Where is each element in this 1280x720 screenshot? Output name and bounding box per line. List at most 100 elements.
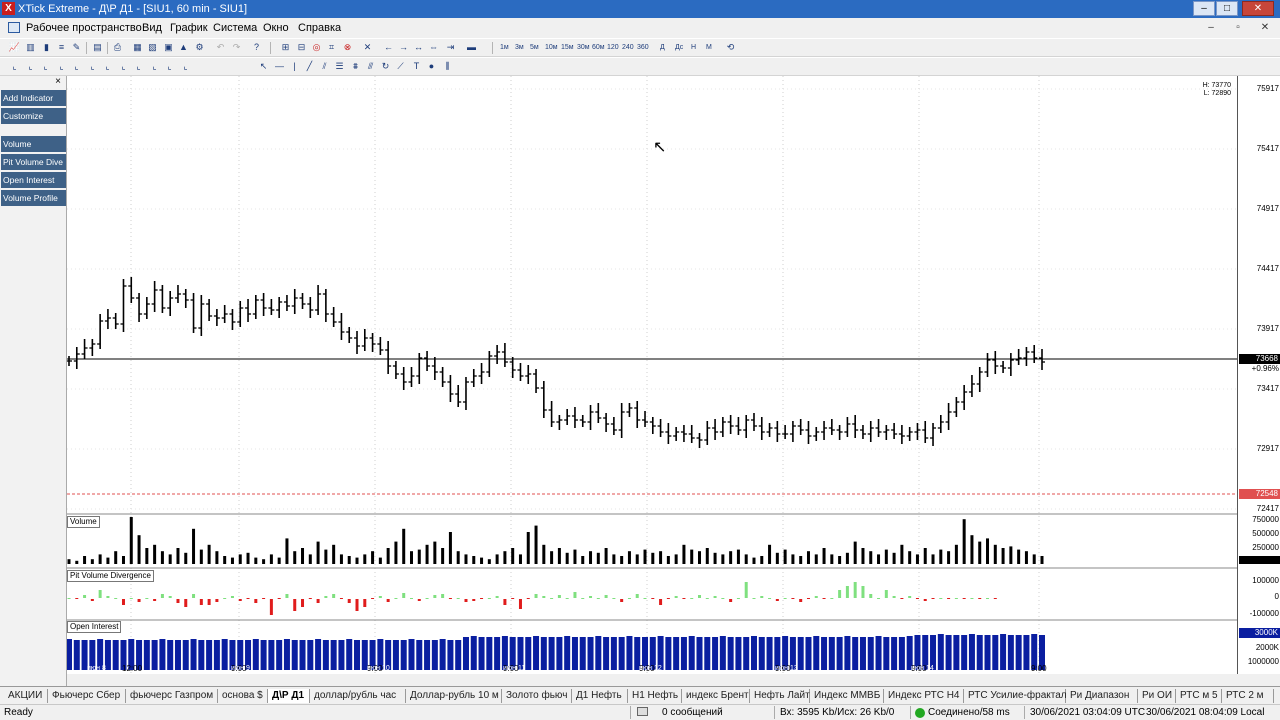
panel-close-icon[interactable]: ×: [52, 76, 64, 88]
dom-icon[interactable]: ▧: [146, 41, 159, 54]
target-icon[interactable]: ◎: [310, 41, 323, 54]
mdi-close-button[interactable]: ✕: [1254, 21, 1276, 35]
vertical-line-icon[interactable]: |: [288, 60, 301, 73]
stop-icon[interactable]: ⊗: [341, 41, 354, 54]
menu-workspace[interactable]: Рабочее пространство: [26, 21, 142, 35]
messages-count[interactable]: 0 сообщений: [662, 706, 723, 720]
chart-type-icon[interactable]: ⌞: [86, 60, 99, 73]
menu-chart[interactable]: График: [170, 21, 208, 35]
menu-system[interactable]: Система: [213, 21, 257, 35]
pattern-icon[interactable]: ⫼: [441, 60, 454, 73]
timeframe-10m[interactable]: 10м: [545, 42, 558, 54]
tab-9[interactable]: Н1 Нефть: [628, 689, 682, 703]
timeframe-30m[interactable]: 30м: [577, 42, 590, 54]
bar-spacing-icon[interactable]: ▬: [465, 41, 478, 54]
bar-chart-icon[interactable]: ▥: [24, 41, 37, 54]
indicator-icon[interactable]: ⊟: [295, 41, 308, 54]
arrow-right-icon[interactable]: →: [397, 41, 410, 54]
maximize-button[interactable]: □: [1216, 1, 1238, 16]
crop-icon[interactable]: ⌗: [325, 41, 338, 54]
cursor-icon[interactable]: ↖: [257, 60, 270, 73]
timeframe-240[interactable]: 240: [622, 42, 634, 54]
period-month[interactable]: М: [706, 42, 712, 54]
price-axis[interactable]: 75917 75417 74917 74417 73917 73417 7291…: [1237, 76, 1280, 674]
gann-icon[interactable]: ⫻: [364, 60, 377, 73]
tab-16[interactable]: Ри ОИ: [1138, 689, 1176, 703]
timeframe-120[interactable]: 120: [607, 42, 619, 54]
document-icon[interactable]: ▤: [91, 41, 104, 54]
chart-type-icon[interactable]: ⌞: [8, 60, 21, 73]
menu-help[interactable]: Справка: [298, 21, 341, 35]
help-icon[interactable]: ?: [250, 41, 263, 54]
indicator-open-interest[interactable]: Open Interest: [1, 172, 66, 188]
pitchfork-icon[interactable]: ⟋: [394, 60, 407, 73]
tab-12[interactable]: Индекс ММВБ: [810, 689, 884, 703]
tab-4[interactable]: Д\Р Д1: [268, 689, 310, 703]
arrow-left-icon[interactable]: ←: [382, 41, 395, 54]
chart-type-icon[interactable]: ⌞: [55, 60, 68, 73]
chart-type-icon[interactable]: ⌞: [24, 60, 37, 73]
cycle-icon[interactable]: ↻: [379, 60, 392, 73]
minimize-button[interactable]: –: [1193, 1, 1215, 16]
period-week[interactable]: Н: [691, 42, 696, 54]
text-icon[interactable]: T: [410, 60, 423, 73]
indicator-pit-volume[interactable]: Pit Volume Dive: [1, 154, 66, 170]
color-icon[interactable]: ●: [425, 60, 438, 73]
add-window-icon[interactable]: ⊞: [279, 41, 292, 54]
portfolio-icon[interactable]: ▣: [162, 41, 175, 54]
undo-icon[interactable]: ↶: [214, 41, 227, 54]
fibonacci-icon[interactable]: ☰: [333, 60, 346, 73]
chart-type-icon[interactable]: ⌞: [101, 60, 114, 73]
chart-type-icon[interactable]: ⌞: [39, 60, 52, 73]
tab-10[interactable]: индекс Брент: [682, 689, 750, 703]
period-day-session[interactable]: Дс: [675, 42, 683, 54]
mdi-restore-button[interactable]: ▫: [1227, 21, 1249, 35]
settings-icon[interactable]: ⚙: [193, 41, 206, 54]
indicator-volume[interactable]: Volume: [1, 136, 66, 152]
close-button[interactable]: ✕: [1242, 1, 1274, 16]
menu-view[interactable]: Вид: [142, 21, 162, 35]
tab-11[interactable]: Нефть Лайт: [750, 689, 810, 703]
zoom-in-icon[interactable]: ↔: [412, 41, 425, 54]
trend-line-icon[interactable]: ╱: [303, 60, 316, 73]
menu-window[interactable]: Окно: [263, 21, 289, 35]
chart-type-icon[interactable]: ⌞: [148, 60, 161, 73]
timeframe-1m[interactable]: 1м: [500, 42, 509, 54]
tab-7[interactable]: Золото фьюч: [502, 689, 572, 703]
zoom-out-icon[interactable]: ⇔: [427, 41, 440, 54]
indicator-volume-profile[interactable]: Volume Profile: [1, 190, 66, 206]
alert-icon[interactable]: ▲: [177, 41, 190, 54]
timeframe-360[interactable]: 360: [637, 42, 649, 54]
scroll-end-icon[interactable]: ⇥: [444, 41, 457, 54]
tab-18[interactable]: РТС 2 м: [1222, 689, 1274, 703]
chart-type-icon[interactable]: ⌞: [117, 60, 130, 73]
tab-6[interactable]: Доллар-рубль 10 м: [406, 689, 502, 703]
tab-14[interactable]: РТС Усилие-фрактал: [964, 689, 1067, 703]
channel-icon[interactable]: ⫽: [318, 60, 331, 73]
candle-chart-icon[interactable]: ▮: [40, 41, 53, 54]
timeframe-3m[interactable]: 3м: [515, 42, 524, 54]
delete-drawings-icon[interactable]: ✕: [361, 41, 374, 54]
tab-3[interactable]: основа $: [218, 689, 268, 703]
period-day[interactable]: Д: [660, 42, 665, 54]
redo-icon[interactable]: ↷: [230, 41, 243, 54]
print-icon[interactable]: ⎙: [111, 41, 124, 54]
line-chart-icon[interactable]: 📈: [8, 41, 21, 54]
price-chart[interactable]: 12:00 9:00 9:00 9:00 9:00 9:00 9:00 9:00июн 8 ию…: [67, 76, 1237, 674]
tab-2[interactable]: фьючерс Газпром: [126, 689, 218, 703]
mdi-minimize-button[interactable]: –: [1200, 21, 1222, 35]
quotes-icon[interactable]: ≡: [55, 41, 68, 54]
tab-8[interactable]: Д1 Нефть: [572, 689, 628, 703]
tab-15[interactable]: Ри Диапазон: [1066, 689, 1138, 703]
horizontal-line-icon[interactable]: —: [273, 60, 286, 73]
chart-type-icon[interactable]: ⌞: [179, 60, 192, 73]
chart-type-icon[interactable]: ⌞: [163, 60, 176, 73]
chart-type-icon[interactable]: ⌞: [132, 60, 145, 73]
timeframe-15m[interactable]: 15м: [561, 42, 574, 54]
tab-5[interactable]: доллар/рубль час: [310, 689, 406, 703]
tab-13[interactable]: Индекс РТС Н4: [884, 689, 964, 703]
timeframe-5m[interactable]: 5м: [530, 42, 539, 54]
customize-button[interactable]: Customize: [1, 108, 66, 124]
chart-area[interactable]: 12:00 9:00 9:00 9:00 9:00 9:00 9:00 9:00 июн 8 ию…: [67, 76, 1237, 674]
chart-type-icon[interactable]: ⌞: [70, 60, 83, 73]
